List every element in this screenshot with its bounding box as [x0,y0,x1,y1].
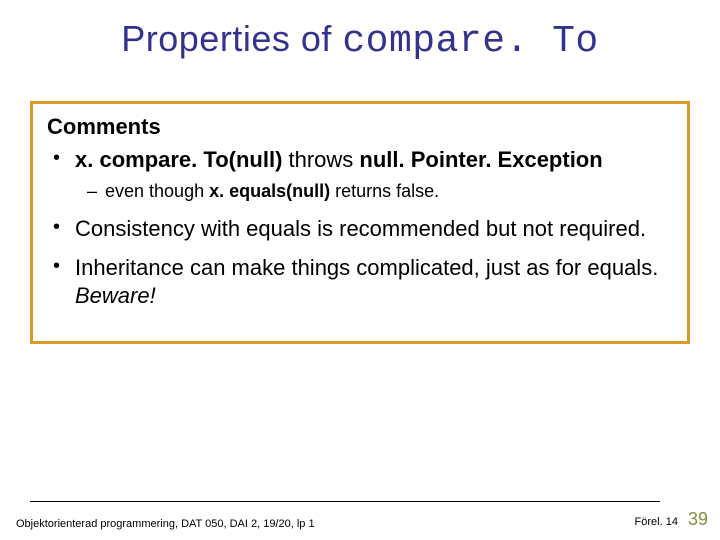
footer-lecture: Förel. 14 [635,516,678,528]
slide-title: Properties of compare. To [0,0,720,73]
bullet-list: x. compare. To(null) throws null. Pointe… [47,146,673,309]
bullet-1-code-b: null. Pointer. Exception [359,147,602,172]
bullet-1-code-a: x. compare. To(null) [75,147,282,172]
bullet-3-b: Beware! [75,283,156,308]
bullet-2-text: Consistency with equals is recommended b… [75,216,646,241]
bullet-1: x. compare. To(null) throws null. Pointe… [47,146,673,203]
sub-bullet-1-b: x. equals(null) [209,181,330,201]
comments-header: Comments [47,114,673,140]
bullet-1-mid: throws [282,147,359,172]
slide: Properties of compare. To Comments x. co… [0,0,720,540]
title-mono: compare. To [342,20,598,63]
footer-left: Objektorienterad programmering, DAT 050,… [12,518,635,530]
bullet-3-a: Inheritance can make things complicated,… [75,255,658,280]
title-text: Properties of [121,18,342,59]
sub-bullet-1-a: even though [105,181,209,201]
footer-right: Förel. 14 39 [635,509,708,530]
sub-bullet-1-c: returns false. [330,181,439,201]
bullet-3: Inheritance can make things complicated,… [47,254,673,309]
footer-rule [30,501,660,502]
sub-bullet-list: even though x. equals(null) returns fals… [75,180,673,203]
footer: Objektorienterad programmering, DAT 050,… [0,509,720,530]
page-number: 39 [688,509,708,530]
content-box: Comments x. compare. To(null) throws nul… [30,101,690,344]
sub-bullet-1: even though x. equals(null) returns fals… [83,180,673,203]
bullet-2: Consistency with equals is recommended b… [47,215,673,243]
